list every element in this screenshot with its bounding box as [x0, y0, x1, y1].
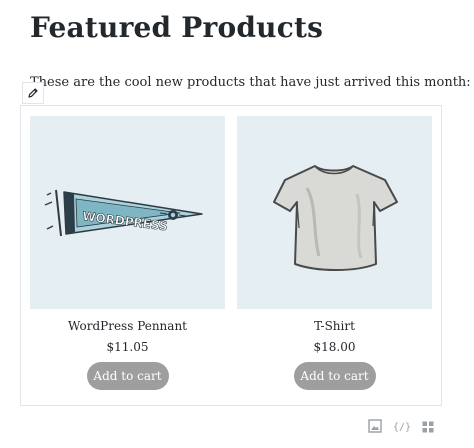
add-to-cart-button[interactable]: Add to cart	[86, 362, 169, 390]
pencil-icon	[27, 84, 39, 103]
product-price: $11.05	[106, 340, 149, 354]
intro-text: These are the cool new products that hav…	[30, 75, 471, 90]
toolbar-grid-button[interactable]	[421, 419, 435, 435]
product-card: T-Shirt $18.00 Add to cart	[237, 116, 432, 390]
toolbar-image-button[interactable]	[367, 418, 383, 437]
add-to-cart-button[interactable]: Add to cart	[293, 362, 376, 390]
page-title: Featured Products	[30, 11, 324, 44]
grid-icon	[422, 418, 434, 437]
toolbar-code-button[interactable]: {/}	[393, 419, 411, 435]
product-price: $18.00	[313, 340, 356, 354]
edit-block-button[interactable]	[22, 82, 44, 104]
code-braces-icon: {/}	[392, 421, 412, 433]
product-title[interactable]: T-Shirt	[237, 318, 432, 334]
pennant-image: WORDPRESS	[44, 189, 203, 237]
image-icon	[368, 418, 382, 437]
product-title[interactable]: WordPress Pennant	[30, 318, 225, 334]
product-image[interactable]: WORDPRESS	[30, 116, 225, 309]
tshirt-image	[273, 165, 398, 271]
product-image[interactable]	[237, 116, 432, 309]
featured-products-block[interactable]: WORDPRESS WordPress Pennant $11.05 Add t…	[20, 105, 442, 406]
product-card: WORDPRESS WordPress Pennant $11.05 Add t…	[30, 116, 225, 390]
